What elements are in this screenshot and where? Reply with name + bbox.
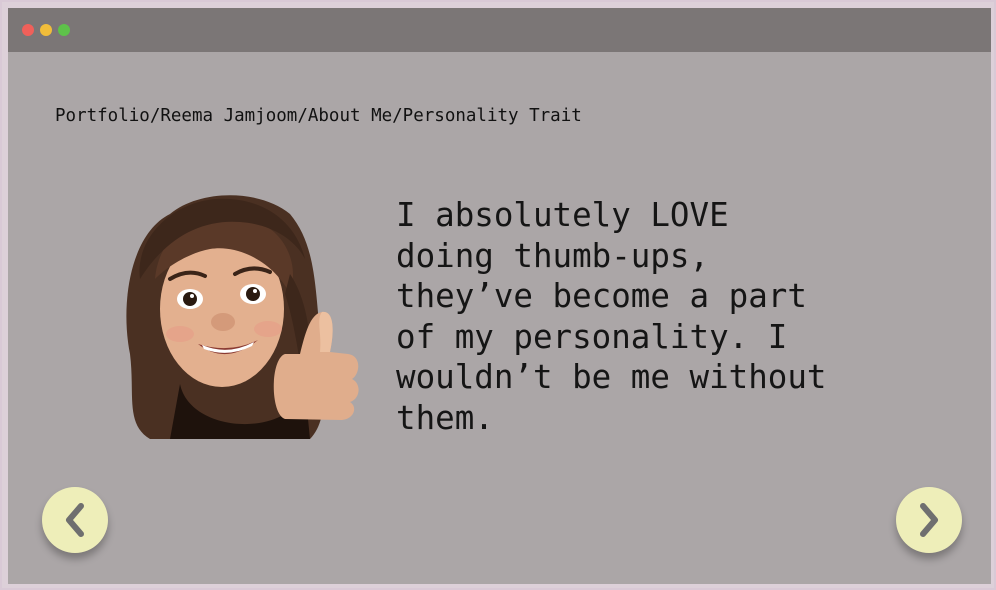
personality-trait-text: I absolutely LOVE doing thumb-ups, they’… [396, 196, 827, 437]
memoji-thumbs-up-icon [126, 195, 359, 439]
close-window-button[interactable] [22, 24, 34, 36]
window-titlebar [8, 8, 991, 52]
previous-page-button[interactable] [42, 487, 108, 553]
page-frame: Portfolio/Reema Jamjoom/About Me/Persona… [0, 0, 996, 590]
minimize-window-button[interactable] [40, 24, 52, 36]
zoom-window-button[interactable] [58, 24, 70, 36]
next-page-button[interactable] [896, 487, 962, 553]
browser-window: Portfolio/Reema Jamjoom/About Me/Persona… [8, 8, 991, 584]
chevron-left-icon [66, 503, 84, 537]
breadcrumb: Portfolio/Reema Jamjoom/About Me/Persona… [55, 106, 582, 126]
chevron-right-icon [920, 503, 938, 537]
